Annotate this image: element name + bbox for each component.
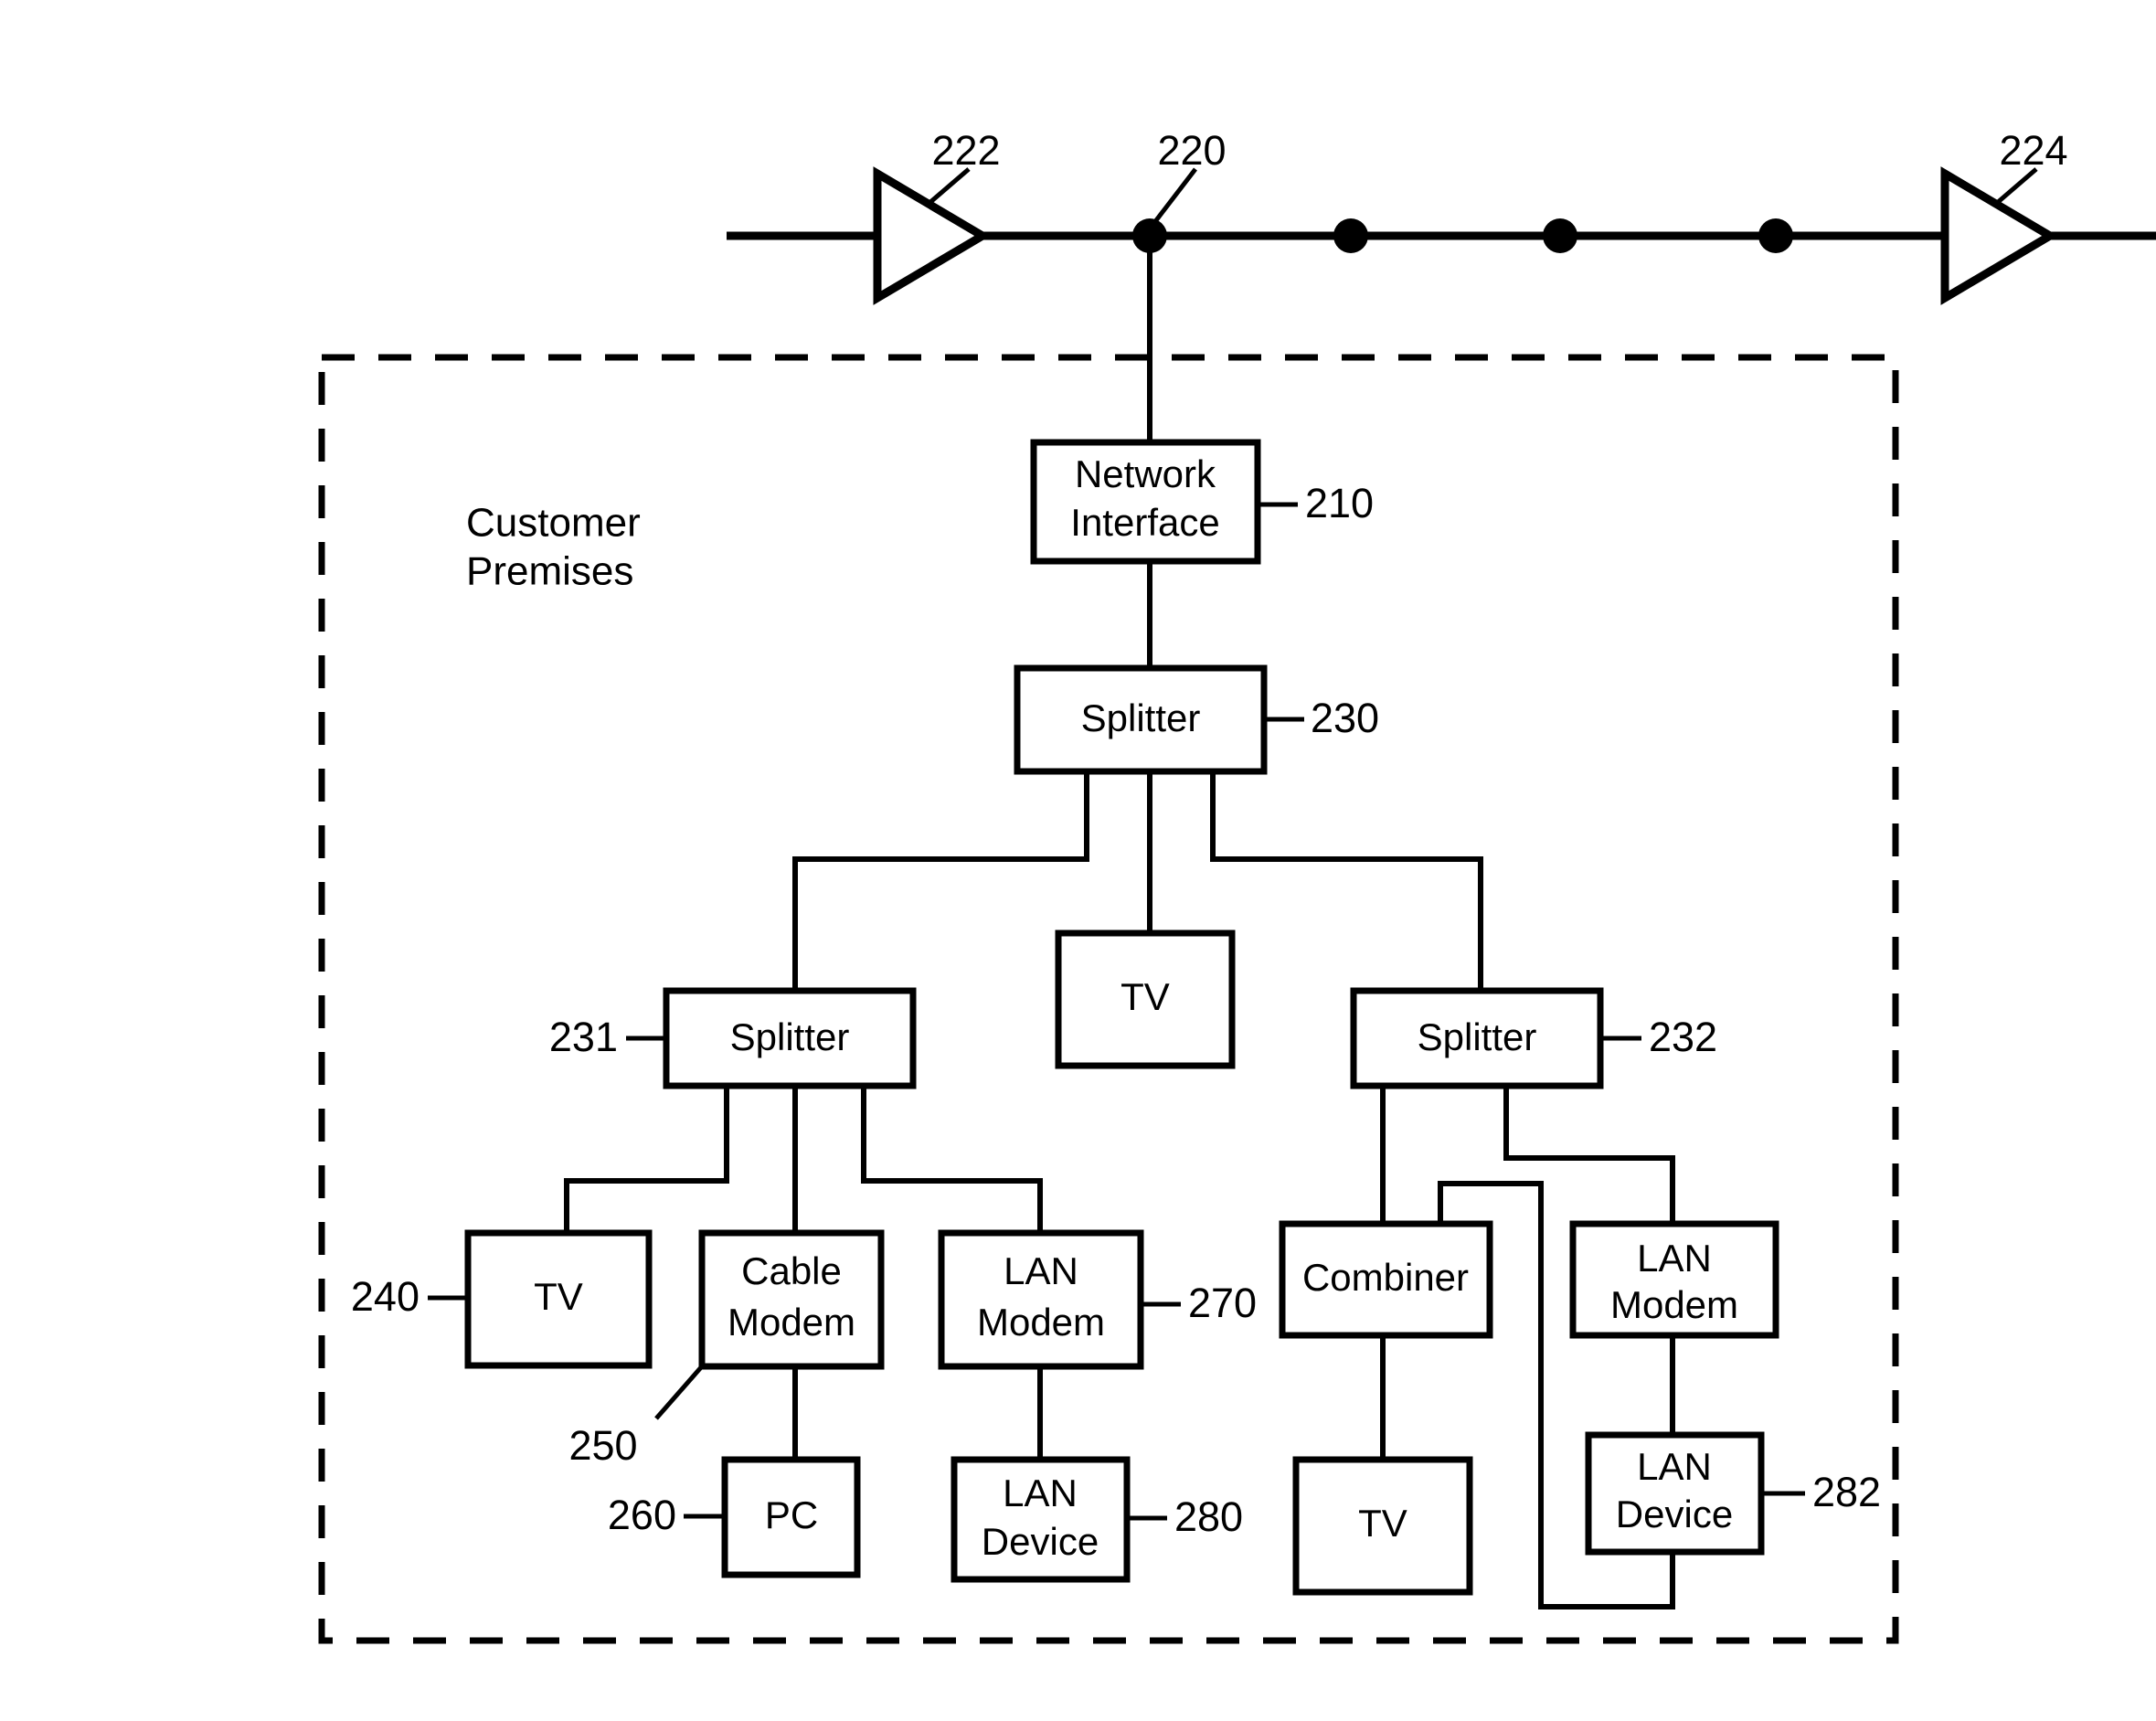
network-interface-label-line2: Interface <box>1070 501 1219 544</box>
pc-label: PC <box>765 1493 818 1536</box>
lan-modem-right-label-line2: Modem <box>1610 1283 1738 1326</box>
tap-node-3 <box>1543 218 1577 253</box>
wire-splitter231-to-lan-modem <box>861 1085 1043 1234</box>
splitter-left-label: Splitter <box>730 1015 850 1058</box>
lan-device-left-label-line1: LAN <box>1003 1471 1078 1514</box>
lan-modem-left-label-line1: LAN <box>1004 1249 1078 1292</box>
lan-modem-right-label-line1: LAN <box>1637 1237 1712 1280</box>
lan-device-left-label-line2: Device <box>982 1520 1099 1563</box>
block-splitter-main[interactable]: Splitter 230 <box>1014 664 1379 775</box>
customer-premises-label-line2: Premises <box>466 549 633 594</box>
leader-220 <box>1152 167 1197 226</box>
ref-224: 224 <box>1999 127 2067 174</box>
network-diagram: Network Interface 210 Splitter 230 TV Sp… <box>318 127 2156 1644</box>
amplifier-right-icon <box>1940 166 2058 305</box>
ref-220: 220 <box>1157 127 1226 174</box>
block-network-interface[interactable]: Network Interface 210 <box>1030 439 1374 565</box>
leader-250 <box>654 1365 704 1420</box>
figure-canvas: Network Interface 210 Splitter 230 TV Sp… <box>0 0 2156 1721</box>
ref-232: 232 <box>1649 1014 1717 1060</box>
tap-node-2 <box>1333 218 1368 253</box>
wire-splitter230-to-splitter232 <box>1210 770 1483 992</box>
ref-240: 240 <box>351 1273 420 1320</box>
tv-center-label: TV <box>1120 975 1170 1018</box>
block-lan-device-left[interactable]: LAN Device 280 <box>951 1456 1243 1583</box>
cable-modem-label-line2: Modem <box>728 1301 855 1344</box>
lan-device-right-label-line1: LAN <box>1637 1445 1712 1488</box>
ref-282: 282 <box>1812 1469 1881 1515</box>
ref-222: 222 <box>931 127 1000 174</box>
block-tv-right[interactable]: TV <box>1292 1456 1473 1596</box>
ref-260: 260 <box>608 1492 676 1538</box>
tap-node-4 <box>1758 218 1793 253</box>
trunk-reference-leaders <box>928 167 2038 226</box>
block-splitter-right[interactable]: Splitter 232 <box>1350 987 1717 1089</box>
wire-splitter232-to-lan-modem-right <box>1503 1085 1675 1225</box>
ref-250: 250 <box>568 1422 637 1469</box>
block-pc[interactable]: PC 260 <box>608 1456 861 1578</box>
leader-224 <box>1995 167 2038 205</box>
trunk-line-group <box>727 166 2156 580</box>
block-tv-left[interactable]: TV 240 <box>351 1229 653 1369</box>
block-tv-center[interactable]: TV <box>1055 930 1236 1069</box>
wire-splitter230-to-splitter231 <box>792 770 1089 992</box>
splitter-right-label: Splitter <box>1418 1015 1537 1058</box>
lan-device-right-label-line2: Device <box>1616 1493 1733 1535</box>
leader-222 <box>928 167 971 205</box>
splitter-main-label: Splitter <box>1081 696 1201 739</box>
cable-modem-label-line1: Cable <box>741 1249 842 1292</box>
block-splitter-left[interactable]: Splitter 231 <box>549 987 917 1089</box>
customer-premises-label-line1: Customer <box>466 501 641 546</box>
ref-230: 230 <box>1311 695 1379 741</box>
block-lan-modem-right[interactable]: LAN Modem <box>1569 1220 1779 1339</box>
tv-right-label: TV <box>1358 1502 1407 1545</box>
block-lan-device-right[interactable]: LAN Device 282 <box>1585 1431 1881 1556</box>
block-lan-modem-left[interactable]: LAN Modem 270 <box>938 1229 1257 1370</box>
ref-231: 231 <box>549 1014 618 1060</box>
network-interface-label-line1: Network <box>1075 452 1216 495</box>
ref-210: 210 <box>1305 480 1374 526</box>
wire-splitter231-to-tv240 <box>564 1085 729 1234</box>
lan-modem-left-label-line2: Modem <box>977 1301 1105 1344</box>
combiner-label: Combiner <box>1302 1256 1469 1299</box>
amplifier-left-icon <box>873 166 991 305</box>
ref-280: 280 <box>1174 1493 1243 1540</box>
tv-left-label: TV <box>534 1275 583 1318</box>
ref-270: 270 <box>1188 1280 1257 1326</box>
block-combiner[interactable]: Combiner <box>1279 1220 1493 1339</box>
